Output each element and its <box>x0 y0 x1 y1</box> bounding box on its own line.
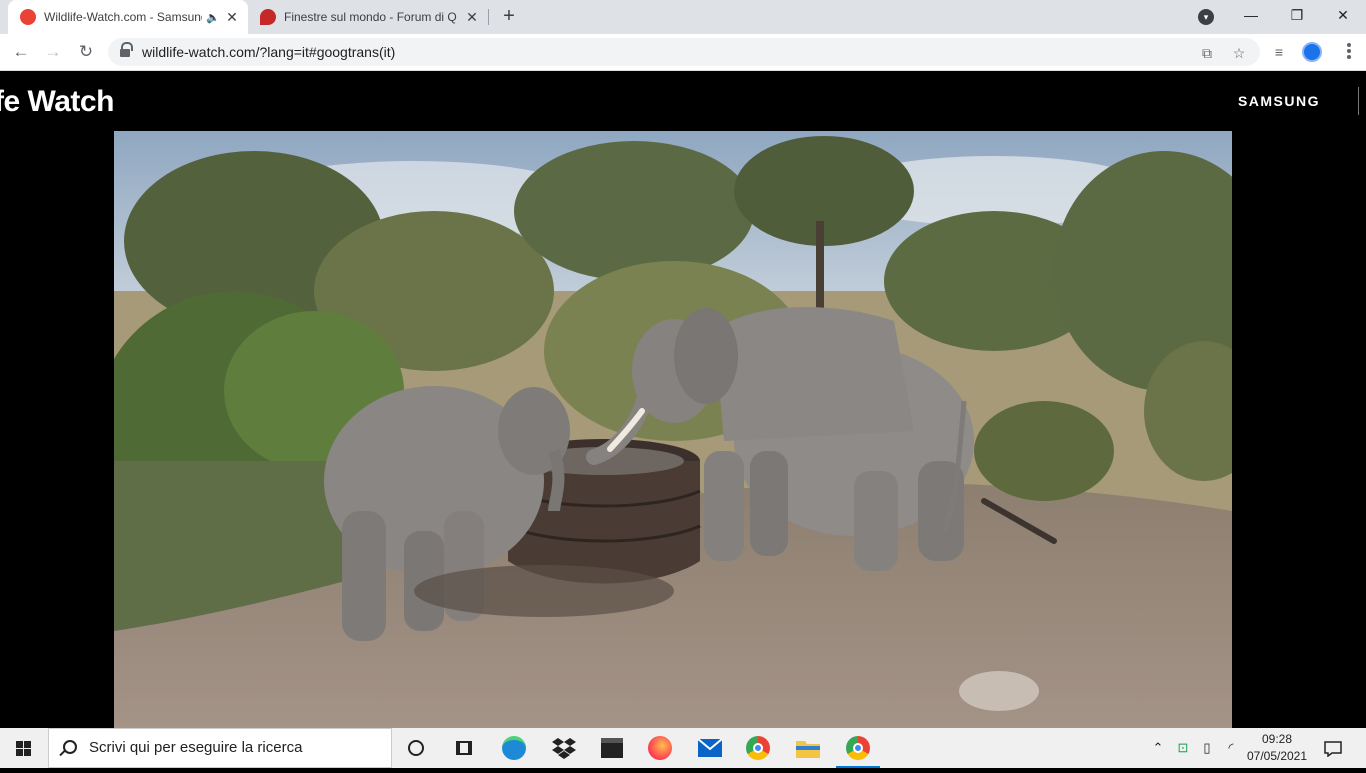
bookmark-star-icon[interactable]: ☆ <box>1230 44 1248 62</box>
translate-icon[interactable]: ⧉ <box>1198 44 1216 62</box>
onedrive-sync-icon[interactable]: ⊡ <box>1172 728 1194 768</box>
live-video-player[interactable] <box>114 131 1232 728</box>
show-hidden-icons-chevron-icon[interactable]: ⌃ <box>1148 728 1168 768</box>
tab-wildlife-watch[interactable]: Wildlife-Watch.com - Samsung 🔈 ✕ <box>8 0 248 34</box>
windows-taskbar: Scrivi qui per eseguire la ricerca ⌃ ⊡ ▯… <box>0 728 1366 768</box>
tab-search-icon[interactable]: ▾ <box>1198 9 1214 25</box>
notifications-icon[interactable] <box>1320 728 1346 768</box>
maximize-button[interactable]: ❐ <box>1274 0 1320 30</box>
wildlife-watch-favicon-icon <box>20 9 36 25</box>
browser-tabstrip: Wildlife-Watch.com - Samsung 🔈 ✕ Finestr… <box>0 0 1366 34</box>
audio-playing-icon[interactable]: 🔈 <box>206 11 220 24</box>
site-logo[interactable]: fe Watch <box>0 85 114 119</box>
header-divider <box>1358 87 1359 115</box>
cortana-icon[interactable] <box>392 728 440 768</box>
windows-logo-icon <box>16 741 31 756</box>
firefox-icon[interactable] <box>636 728 684 768</box>
media-control-icon[interactable]: ≡ <box>1270 43 1288 61</box>
reload-icon[interactable]: ↻ <box>74 40 98 64</box>
profile-avatar[interactable] <box>1302 42 1322 62</box>
back-arrow-icon[interactable]: ← <box>9 40 33 64</box>
tab-title: Finestre sul mondo - Forum di Q <box>284 10 457 24</box>
store-icon[interactable] <box>588 728 636 768</box>
samsung-brand[interactable]: SAMSUNG <box>1238 93 1320 109</box>
chrome-icon[interactable] <box>734 728 782 768</box>
forum-favicon-icon <box>260 9 276 25</box>
tab-title: Wildlife-Watch.com - Samsung <box>44 10 203 24</box>
search-placeholder: Scrivi qui per eseguire la ricerca <box>89 739 303 756</box>
url-text[interactable]: wildlife-watch.com/?lang=it#googtrans(it… <box>142 44 395 60</box>
browser-toolbar: ← → ↻ wildlife-watch.com/?lang=it#googtr… <box>0 34 1366 71</box>
address-bar[interactable]: wildlife-watch.com/?lang=it#googtrans(it… <box>108 38 1260 66</box>
tab-finestre-sul-mondo[interactable]: Finestre sul mondo - Forum di Q ✕ <box>250 0 488 34</box>
close-tab-icon[interactable]: ✕ <box>464 9 480 25</box>
clock-date: 07/05/2021 <box>1246 749 1308 763</box>
new-tab-button[interactable]: + <box>498 6 520 28</box>
waterhole-elephants-scene <box>114 131 1232 728</box>
forward-arrow-icon[interactable]: → <box>41 40 65 64</box>
minimize-button[interactable]: — <box>1228 0 1274 30</box>
chrome-menu-icon[interactable] <box>1346 42 1352 62</box>
taskbar-search-box[interactable]: Scrivi qui per eseguire la ricerca <box>48 728 392 768</box>
search-icon <box>63 740 77 754</box>
task-view-icon[interactable] <box>440 728 488 768</box>
lock-icon[interactable] <box>120 42 133 58</box>
file-explorer-icon[interactable] <box>784 728 832 768</box>
tab-separator <box>488 9 489 25</box>
chrome-active-icon[interactable] <box>834 728 882 768</box>
dropbox-icon[interactable] <box>540 728 588 768</box>
start-button[interactable] <box>0 728 48 768</box>
clock-time: 09:28 <box>1261 732 1293 746</box>
device-icon[interactable]: ▯ <box>1196 728 1218 768</box>
edge-icon[interactable] <box>490 728 538 768</box>
web-page: fe Watch SAMSUNG <box>0 71 1366 728</box>
mail-icon[interactable] <box>686 728 734 768</box>
close-tab-icon[interactable]: ✕ <box>224 9 240 25</box>
close-window-button[interactable]: ✕ <box>1320 0 1366 30</box>
network-wifi-icon[interactable]: ◜ <box>1220 728 1242 768</box>
system-clock[interactable]: 09:28 07/05/2021 <box>1244 731 1310 765</box>
